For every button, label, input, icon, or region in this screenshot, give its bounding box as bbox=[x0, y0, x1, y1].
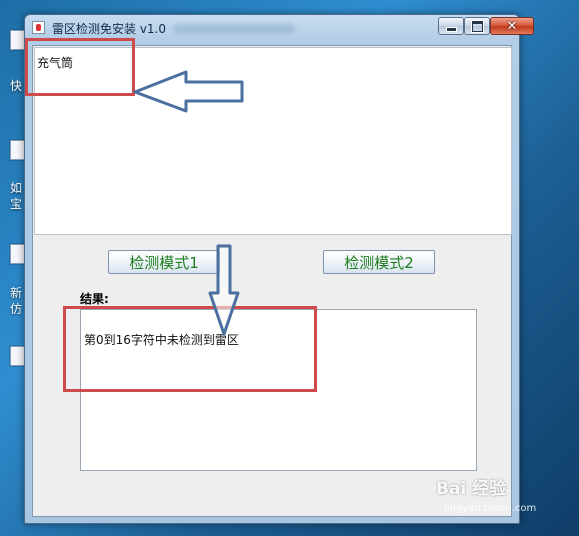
close-button[interactable]: ✕ bbox=[490, 17, 534, 35]
result-label: 结果: bbox=[80, 292, 109, 306]
result-text-area[interactable]: 第0到16字符中未检测到雷区 bbox=[80, 309, 477, 471]
title-blur-overlay bbox=[173, 24, 295, 34]
close-icon: ✕ bbox=[506, 18, 518, 34]
window-titlebar[interactable]: 雷区检测免安装 v1.0 ✕ bbox=[25, 15, 534, 41]
window-content: 充气筒 检测模式1 检测模式2 结果: 第0到16字符中未检测到雷区 bbox=[32, 45, 512, 517]
maximize-icon bbox=[471, 20, 483, 32]
maximize-button[interactable] bbox=[464, 17, 490, 35]
desktop-label: 新 仿 bbox=[10, 286, 23, 316]
desktop-label: 如 宝 bbox=[10, 181, 23, 211]
window-title: 雷区检测免安装 v1.0 bbox=[52, 22, 167, 36]
java-app-icon bbox=[32, 21, 45, 34]
detect-mode-1-button[interactable]: 检测模式1 bbox=[108, 250, 220, 274]
minimize-icon bbox=[446, 27, 456, 31]
input-text-area[interactable]: 充气筒 bbox=[34, 47, 512, 235]
detect-mode-2-button[interactable]: 检测模式2 bbox=[323, 250, 435, 274]
desktop-label: 快 bbox=[10, 79, 23, 93]
minimize-button[interactable] bbox=[438, 17, 464, 35]
app-window: 雷区检测免安装 v1.0 ✕ 充气筒 检测模式1 检测模式2 结果: 第0到16… bbox=[24, 14, 534, 524]
